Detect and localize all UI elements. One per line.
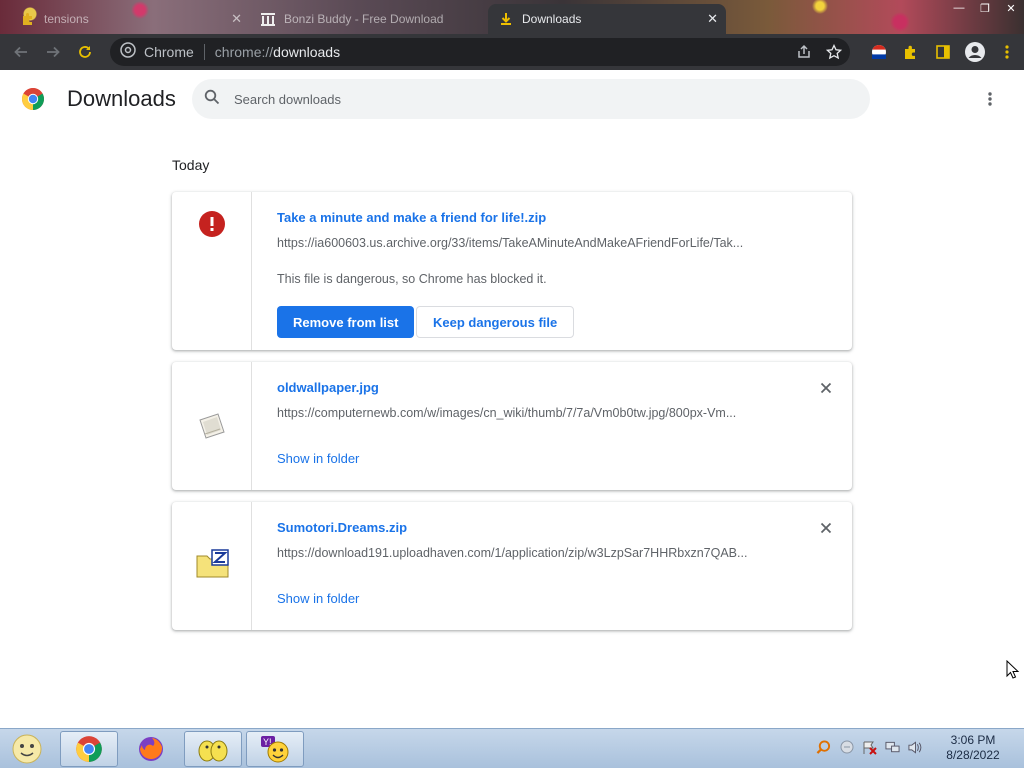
clock-time: 3:06 PM: [950, 733, 996, 747]
remove-from-list-button[interactable]: Remove from list: [277, 306, 415, 338]
status-tray-icon[interactable]: [839, 739, 854, 755]
danger-icon: [199, 211, 225, 242]
browser-toolbar: Chrome chrome://downloads: [0, 34, 1024, 70]
tab-label: tensions: [44, 12, 89, 26]
puzzle-icon: [20, 11, 36, 27]
close-tab-icon[interactable]: ✕: [231, 11, 242, 27]
file-name-link[interactable]: oldwallpaper.jpg: [277, 380, 379, 395]
url-text: chrome://downloads: [214, 44, 341, 60]
mouse-cursor-icon: [1006, 659, 1020, 685]
bookmark-star-icon[interactable]: [825, 43, 843, 65]
taskbar-bonzi-buddy-icon[interactable]: [184, 731, 242, 767]
taskbar-yahoo-messenger-icon[interactable]: Y!: [246, 731, 304, 767]
keep-dangerous-file-button[interactable]: Keep dangerous file: [416, 306, 575, 338]
taskbar-chrome-icon[interactable]: [60, 731, 118, 767]
volume-icon[interactable]: [908, 739, 923, 755]
forward-icon[interactable]: [40, 39, 66, 65]
download-icon-column: [172, 192, 252, 350]
extensions-puzzle-icon[interactable]: [900, 39, 922, 65]
remove-item-close-icon[interactable]: [818, 380, 834, 396]
show-in-folder-link[interactable]: Show in folder: [277, 591, 359, 606]
danger-warning-text: This file is dangerous, so Chrome has bl…: [277, 272, 547, 286]
download-icon-column: [172, 362, 252, 490]
download-icon: [498, 11, 514, 27]
downloads-header: Downloads: [0, 70, 1024, 128]
image-file-icon: [196, 410, 228, 447]
download-icon-column: [172, 502, 252, 630]
date-section-label: Today: [172, 157, 210, 173]
zip-folder-icon: [196, 549, 230, 584]
file-source-url[interactable]: https://download191.uploadhaven.com/1/ap…: [277, 546, 777, 560]
window-controls: — ❐ ✕: [946, 0, 1024, 16]
archive-icon: [260, 11, 276, 27]
remove-item-close-icon[interactable]: [818, 520, 834, 536]
windows-taskbar: Y! 3:06 PM 8/28/2022: [0, 728, 1024, 768]
download-item-zip: Sumotori.Dreams.zip https://download191.…: [172, 502, 852, 630]
search-tray-icon[interactable]: [816, 739, 831, 755]
chrome-logo-icon: [21, 87, 45, 111]
tab-strip: tensions ✕ Bonzi Buddy - Free Download D…: [0, 0, 1024, 34]
profile-avatar-icon[interactable]: [964, 39, 986, 65]
taskbar-clock[interactable]: 3:06 PM 8/28/2022: [940, 733, 1006, 763]
system-tray: [816, 739, 923, 755]
taskbar-firefox-icon[interactable]: [122, 731, 180, 767]
share-icon[interactable]: [796, 44, 812, 65]
search-icon: [204, 89, 220, 110]
network-icon[interactable]: [885, 739, 900, 755]
site-label: Chrome: [144, 44, 194, 60]
download-item-image: oldwallpaper.jpg https://computernewb.co…: [172, 362, 852, 490]
tab-label: Downloads: [522, 12, 582, 26]
start-button[interactable]: [6, 732, 48, 766]
chrome-menu-icon[interactable]: [996, 39, 1018, 65]
more-actions-icon[interactable]: [980, 89, 1000, 109]
chrome-site-icon: [120, 41, 136, 63]
action-center-flag-icon[interactable]: [862, 739, 877, 755]
file-source-url[interactable]: https://computernewb.com/w/images/cn_wik…: [277, 406, 777, 420]
side-panel-icon[interactable]: [932, 39, 954, 65]
show-in-folder-link[interactable]: Show in folder: [277, 451, 359, 466]
extension-flag-icon[interactable]: [868, 39, 890, 65]
file-name-link[interactable]: Take a minute and make a friend for life…: [277, 210, 546, 225]
page-title: Downloads: [67, 86, 176, 111]
tab-extensions[interactable]: tensions ✕: [10, 4, 250, 34]
download-item-dangerous: Take a minute and make a friend for life…: [172, 192, 852, 350]
file-name-link[interactable]: Sumotori.Dreams.zip: [277, 520, 407, 535]
close-tab-icon[interactable]: ✕: [707, 11, 718, 27]
tab-downloads[interactable]: Downloads ✕: [488, 4, 726, 34]
back-icon[interactable]: [8, 39, 34, 65]
reload-icon[interactable]: [72, 39, 98, 65]
tab-bonzi-buddy[interactable]: Bonzi Buddy - Free Download: [250, 4, 486, 34]
clock-date: 8/28/2022: [946, 748, 1000, 762]
minimize-icon[interactable]: —: [946, 0, 972, 16]
file-source-url[interactable]: https://ia600603.us.archive.org/33/items…: [277, 236, 777, 250]
search-input[interactable]: [234, 91, 794, 107]
tab-label: Bonzi Buddy - Free Download: [284, 12, 444, 26]
maximize-icon[interactable]: ❐: [972, 0, 998, 16]
search-bar[interactable]: [192, 79, 870, 119]
close-window-icon[interactable]: ✕: [998, 0, 1024, 16]
omnibox-divider: [203, 44, 205, 60]
address-bar[interactable]: Chrome chrome://downloads: [110, 38, 850, 66]
